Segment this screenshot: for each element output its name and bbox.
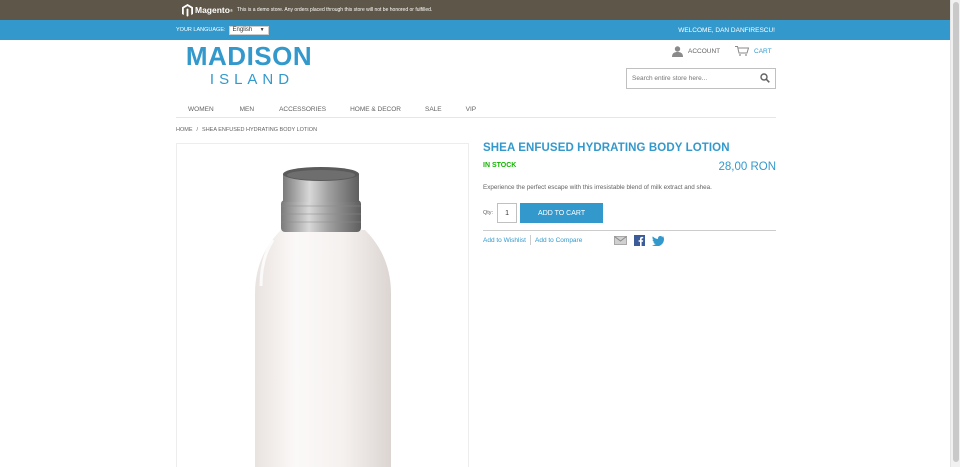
product-image[interactable]: [176, 143, 469, 467]
email-share-link[interactable]: [614, 236, 627, 245]
language-switcher: Your Language: English ▼: [176, 25, 269, 35]
breadcrumb-current: Shea Enfused Hydrating Body Lotion: [202, 127, 318, 133]
language-value: English: [232, 27, 253, 33]
nav-item-men[interactable]: Men: [240, 100, 254, 117]
account-label: Account: [688, 48, 721, 55]
logo-line1: MADISON: [185, 41, 313, 71]
header-strip: Your Language: English ▼ Welcome, DAN DA…: [0, 20, 950, 40]
demo-notice-text: This is a demo store. Any orders placed …: [236, 7, 433, 13]
product-title: SHEA ENFUSED HYDRATING BODY LOTION: [483, 142, 730, 154]
cart-link[interactable]: Cart: [735, 46, 772, 56]
nav-item-home-decor[interactable]: Home & Decor: [350, 100, 401, 117]
language-label: Your Language:: [176, 27, 226, 33]
add-to-compare-link[interactable]: Add to Compare: [535, 237, 582, 244]
magento-logo-text: Magento: [195, 5, 230, 15]
nav-item-sale[interactable]: Sale: [425, 100, 442, 117]
magento-logo: Magento ®: [182, 3, 233, 17]
breadcrumb-home[interactable]: Home: [176, 127, 193, 133]
email-icon: [614, 236, 627, 245]
facebook-icon: [634, 235, 645, 246]
account-icon: [672, 46, 683, 57]
main-nav: Women Men Accessories Home & Decor Sale …: [176, 100, 776, 118]
breadcrumb-separator: /: [196, 127, 199, 133]
nav-item-vip[interactable]: VIP: [466, 100, 476, 117]
search-input[interactable]: [632, 75, 752, 82]
magento-icon: [182, 3, 193, 17]
product-links: Add to Wishlist Add to Compare: [483, 235, 582, 245]
scrollbar-thumb[interactable]: [953, 2, 959, 462]
page: Magento ® This is a demo store. Any order…: [0, 0, 950, 467]
demo-notice-bar: Magento ® This is a demo store. Any order…: [0, 0, 950, 20]
qty-label: Qty:: [483, 210, 494, 216]
store-logo[interactable]: MADISON ISLAND: [179, 42, 319, 90]
product-price: 28,00 RON: [718, 161, 776, 173]
stock-status: IN STOCK: [483, 162, 517, 169]
divider: [483, 230, 776, 231]
magento-logo-mark: ®: [229, 7, 233, 13]
add-to-cart-form: Qty: Add to Cart: [483, 203, 604, 223]
twitter-icon: [652, 235, 664, 246]
search-box: [626, 68, 776, 89]
add-to-wishlist-link[interactable]: Add to Wishlist: [483, 237, 526, 244]
nav-item-women[interactable]: Women: [188, 100, 214, 117]
link-separator: [530, 235, 531, 245]
twitter-share-link[interactable]: [652, 235, 664, 246]
nav-item-accessories[interactable]: Accessories: [279, 100, 326, 117]
add-to-cart-button[interactable]: Add to Cart: [520, 203, 604, 223]
product-description: Experience the perfect escape with this …: [483, 184, 712, 191]
search-button[interactable]: [760, 70, 770, 88]
welcome-message: Welcome, DAN DANFIRESCU!: [678, 26, 775, 34]
header-main: MADISON ISLAND Account Cart: [0, 40, 950, 100]
qty-input[interactable]: [497, 203, 518, 223]
account-link[interactable]: Account: [672, 46, 720, 57]
logo-line2: ISLAND: [209, 71, 295, 88]
language-select[interactable]: English ▼: [228, 25, 269, 35]
cart-label: Cart: [754, 47, 772, 55]
cart-icon: [735, 46, 749, 56]
facebook-share-link[interactable]: [634, 235, 645, 246]
lotion-bottle-image: [255, 167, 391, 467]
breadcrumb: Home / Shea Enfused Hydrating Body Lotio…: [176, 127, 317, 133]
search-icon: [760, 72, 770, 83]
vertical-scrollbar[interactable]: [950, 0, 960, 467]
chevron-down-icon: ▼: [259, 27, 265, 33]
share-links: [614, 235, 671, 246]
